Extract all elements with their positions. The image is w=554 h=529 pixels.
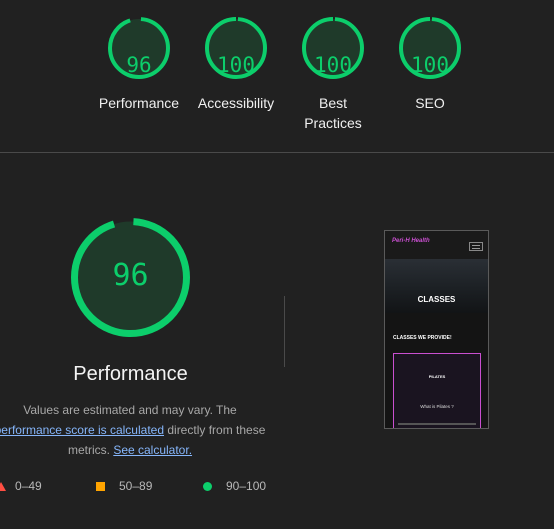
pass-circle-icon — [203, 482, 212, 492]
gauge-performance[interactable]: 96 Performance — [89, 16, 189, 113]
vertical-divider — [284, 296, 285, 367]
gauge-score: 100 — [411, 53, 449, 77]
legend-pass: 90–100 — [203, 478, 266, 494]
fail-triangle-icon — [0, 482, 6, 492]
hamburger-menu-icon — [469, 242, 483, 251]
legend-pass-label: 90–100 — [226, 479, 267, 493]
see-calculator-link[interactable]: See calculator. — [113, 443, 192, 457]
performance-description: Values are estimated and may vary. The p… — [0, 400, 280, 460]
final-screenshot-thumbnail[interactable]: Peri-H Health CLASSES CLASSES WE PROVIDE… — [384, 230, 489, 429]
gauge-score: 100 — [314, 53, 352, 77]
performance-score-link[interactable]: performance score is calculated — [0, 423, 164, 437]
screenshot-subheading: CLASSES WE PROVIDE! — [393, 335, 452, 341]
score-gauges-row: 96 Performance 100 Accessibility 100 Bes… — [0, 0, 554, 152]
gauge-seo[interactable]: 100 SEO — [380, 16, 480, 113]
screenshot-card-title: PILATES — [428, 374, 446, 379]
gauge-score: 96 — [126, 53, 152, 77]
performance-title: Performance — [73, 363, 188, 385]
performance-score-large: 96 — [112, 258, 149, 293]
screenshot-header: Peri-H Health — [385, 231, 488, 259]
description-text: Values are estimated and may vary. The — [23, 403, 237, 417]
screenshot-logo: Peri-H Health — [392, 238, 430, 244]
gauge-label: Best Practices — [304, 95, 362, 131]
screenshot-card-question: What is Pilates ? — [420, 404, 454, 409]
screenshot-hero-title: CLASSES — [417, 295, 456, 304]
screenshot-hero — [385, 259, 488, 313]
legend-average-label: 50–89 — [119, 479, 153, 493]
section-divider — [0, 152, 554, 153]
gauge-accessibility[interactable]: 100 Accessibility — [186, 16, 286, 113]
screenshot-card: PILATES What is Pilates ? — [393, 353, 481, 428]
legend-average: 50–89 — [96, 478, 152, 494]
legend-fail: 0–49 — [0, 478, 42, 494]
average-square-icon — [96, 482, 105, 492]
gauge-best-practices[interactable]: 100 Best Practices — [283, 16, 383, 133]
screenshot-card-text-line — [398, 423, 476, 425]
legend-fail-label: 0–49 — [15, 479, 42, 493]
gauge-score: 100 — [217, 53, 255, 77]
